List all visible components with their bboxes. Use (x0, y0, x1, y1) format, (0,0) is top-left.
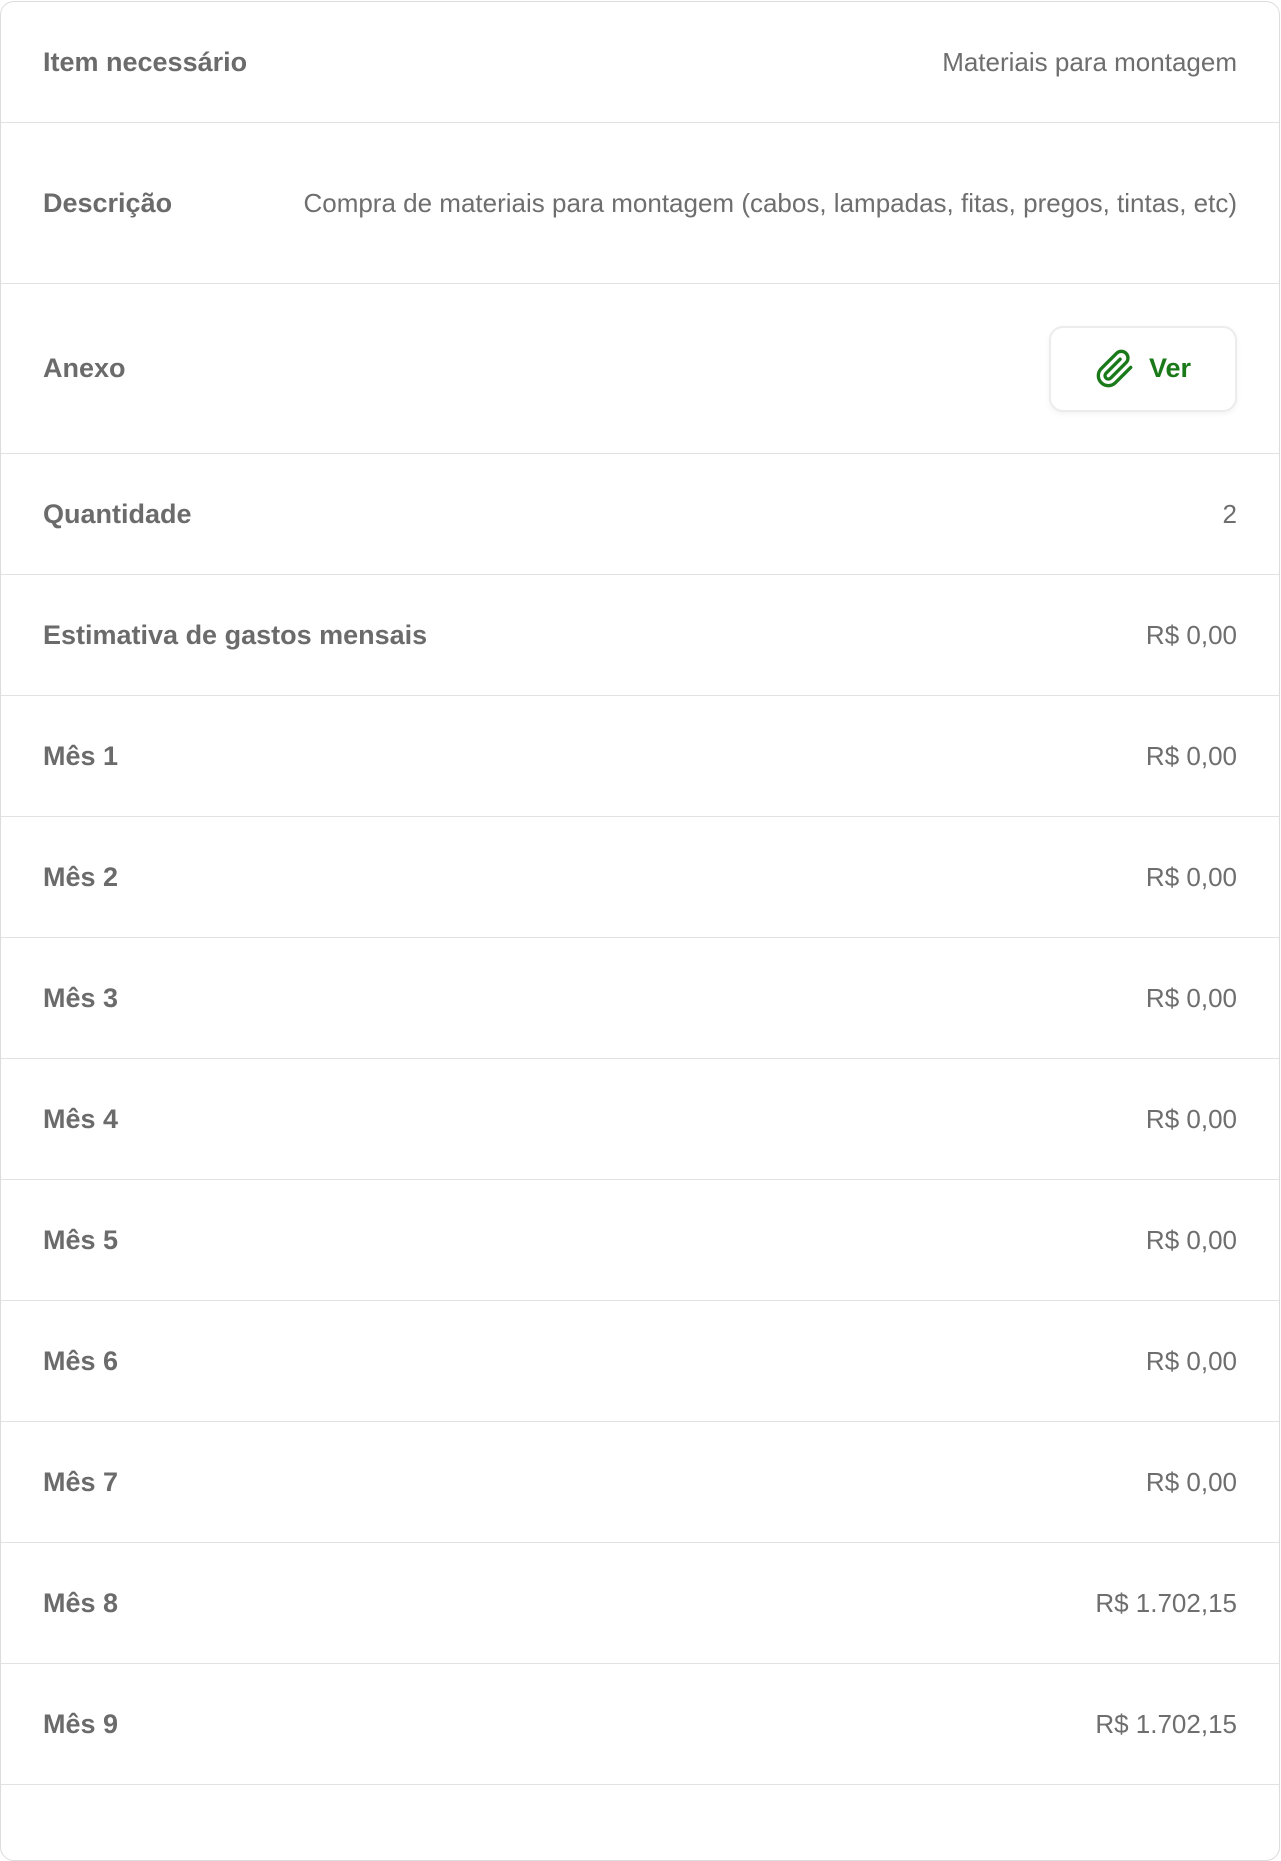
mes-value: R$ 0,00 (1145, 1346, 1237, 1376)
row-mes-9: Mês 9 R$ 1.702,15 (1, 1664, 1279, 1785)
mes-label: Mês 7 (43, 1466, 119, 1497)
mes-value: R$ 0,00 (1145, 1467, 1237, 1497)
item-necessario-value: Materiais para montagem (942, 47, 1237, 77)
mes-label: Mês 5 (43, 1224, 119, 1255)
mes-value: R$ 0,00 (1145, 1104, 1237, 1134)
ver-anexo-button[interactable]: Ver (1049, 325, 1237, 412)
mes-value: R$ 1.702,15 (1095, 1709, 1237, 1739)
mes-label: Mês 1 (43, 740, 119, 771)
row-next-partial (1, 1785, 1279, 1860)
mes-label: Mês 9 (43, 1708, 119, 1739)
row-mes-4: Mês 4 R$ 0,00 (1, 1059, 1279, 1180)
row-item-necessario: Item necessário Materiais para montagem (1, 2, 1279, 123)
mes-value: R$ 0,00 (1145, 1225, 1237, 1255)
mes-value: R$ 0,00 (1145, 862, 1237, 892)
item-details-card: Item necessário Materiais para montagem … (0, 1, 1280, 1861)
row-mes-7: Mês 7 R$ 0,00 (1, 1422, 1279, 1543)
quantidade-label: Quantidade (43, 498, 192, 529)
row-anexo: Anexo Ver (1, 284, 1279, 454)
paperclip-icon (1095, 349, 1135, 389)
row-mes-6: Mês 6 R$ 0,00 (1, 1301, 1279, 1422)
row-quantidade: Quantidade 2 (1, 454, 1279, 575)
descricao-label: Descrição (43, 187, 173, 218)
ver-button-label: Ver (1148, 353, 1192, 383)
mes-value: R$ 0,00 (1145, 741, 1237, 771)
row-mes-3: Mês 3 R$ 0,00 (1, 938, 1279, 1059)
mes-value: R$ 0,00 (1145, 983, 1237, 1013)
mes-value: R$ 1.702,15 (1095, 1588, 1237, 1618)
row-mes-1: Mês 1 R$ 0,00 (1, 696, 1279, 817)
mes-label: Mês 4 (43, 1103, 119, 1134)
item-necessario-label: Item necessário (43, 46, 248, 77)
mes-label: Mês 8 (43, 1587, 119, 1618)
row-estimativa: Estimativa de gastos mensais R$ 0,00 (1, 575, 1279, 696)
descricao-value: Compra de materiais para montagem (cabos… (303, 188, 1237, 218)
mes-label: Mês 6 (43, 1345, 119, 1376)
mes-label: Mês 3 (43, 982, 119, 1013)
estimativa-value: R$ 0,00 (1145, 620, 1237, 650)
anexo-label: Anexo (43, 353, 126, 383)
quantidade-value: 2 (1222, 499, 1237, 529)
row-mes-2: Mês 2 R$ 0,00 (1, 817, 1279, 938)
row-mes-5: Mês 5 R$ 0,00 (1, 1180, 1279, 1301)
row-descricao: Descrição Compra de materiais para monta… (1, 123, 1279, 284)
row-mes-8: Mês 8 R$ 1.702,15 (1, 1543, 1279, 1664)
estimativa-label: Estimativa de gastos mensais (43, 619, 428, 650)
mes-label: Mês 2 (43, 861, 119, 892)
